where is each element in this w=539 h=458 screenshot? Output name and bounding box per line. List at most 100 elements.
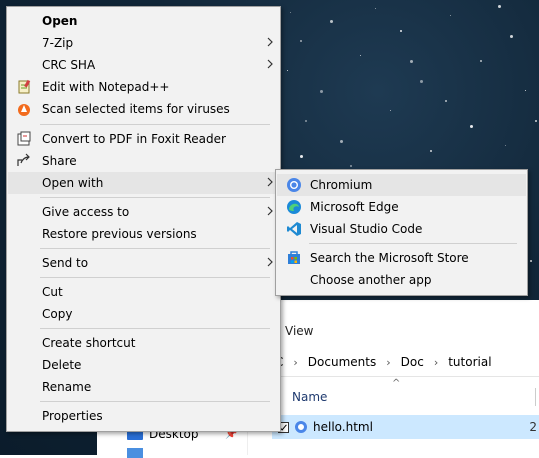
star [305,120,307,122]
menu-item-share[interactable]: Share [8,150,279,172]
star [320,90,323,93]
breadcrumb-item[interactable]: Doc [401,355,424,369]
menu-item-label: Open with [42,176,104,190]
menu-item-rename[interactable]: Rename [8,376,279,398]
chevron-right-icon [267,206,273,216]
menu-item-label: Copy [42,307,73,321]
star [360,55,361,56]
submenu-item-choose-app[interactable]: Choose another app [277,269,526,291]
avast-icon [18,104,30,116]
star [400,30,402,32]
column-divider [535,388,536,406]
menu-item-edit-notepadpp[interactable]: Edit with Notepad++ [8,76,279,98]
star [498,5,501,8]
menu-item-label: Visual Studio Code [310,222,423,236]
star [470,125,473,128]
chevron-right-icon [267,257,273,267]
vscode-icon [287,222,301,236]
menu-item-label: Give access to [42,205,130,219]
menu-item-open-with[interactable]: Open with [8,172,279,194]
chevron-right-icon [267,177,273,187]
star [535,120,537,122]
menu-item-cut[interactable]: Cut [8,281,279,303]
menu-divider [40,248,270,249]
chromium-icon [287,178,301,192]
column-header-name[interactable]: Name [292,390,327,404]
chevron-right-icon: › [386,355,391,369]
menu-item-label: Create shortcut [42,336,136,350]
file-row-selected[interactable]: hello.html 2 [272,415,539,439]
menu-item-scan-viruses[interactable]: Scan selected items for viruses [8,98,279,120]
chevron-right-icon [267,59,273,69]
menu-item-label: CRC SHA [42,58,96,72]
menu-item-give-access[interactable]: Give access to [8,201,279,223]
star [480,60,482,62]
menu-item-crc-sha[interactable]: CRC SHA [8,54,279,76]
menu-divider [40,124,270,125]
menu-item-label: Send to [42,256,89,270]
folder-icon [127,448,143,458]
menu-item-label: Scan selected items for viruses [42,102,230,116]
submenu-item-vscode[interactable]: Visual Studio Code [277,218,526,240]
menu-item-label: Open [42,14,78,28]
foxit-pdf-icon [17,131,31,146]
menu-item-label: Share [42,154,77,168]
star [510,35,513,38]
menu-item-restore-versions[interactable]: Restore previous versions [8,223,279,245]
menu-divider [40,401,270,402]
file-name: hello.html [313,420,373,434]
submenu-item-chromium[interactable]: Chromium [277,174,526,196]
menu-item-properties[interactable]: Properties [8,405,279,427]
star [420,80,423,83]
menu-item-label: Properties [42,409,103,423]
star [350,165,352,167]
file-date-fragment: 2 [529,420,537,434]
notepadpp-icon [18,79,31,94]
menu-item-label: Convert to PDF in Foxit Reader [42,132,226,146]
star [430,150,432,152]
share-icon [17,153,30,166]
star [505,145,506,146]
breadcrumb-item[interactable]: tutorial [448,355,491,369]
chevron-right-icon [267,37,273,47]
menu-item-label: Choose another app [310,273,432,287]
edge-icon [287,200,301,214]
menu-divider [309,243,517,244]
open-with-submenu: Chromium Microsoft Edge Visual Studio Co… [275,169,528,296]
submenu-item-edge[interactable]: Microsoft Edge [277,196,526,218]
breadcrumb[interactable]: C › Documents › Doc › tutorial [275,348,539,376]
menu-divider [40,197,270,198]
menu-divider [40,328,270,329]
divider [272,376,539,377]
chevron-right-icon: › [433,355,439,369]
breadcrumb-item[interactable]: Documents [308,355,376,369]
microsoft-store-icon [288,251,300,264]
star [445,100,447,102]
star [525,90,526,91]
menu-item-convert-pdf[interactable]: Convert to PDF in Foxit Reader [8,128,279,150]
tab-view[interactable]: View [285,324,313,338]
star [450,15,451,16]
menu-item-delete[interactable]: Delete [8,354,279,376]
menu-item-label: Edit with Notepad++ [42,80,170,94]
menu-item-create-shortcut[interactable]: Create shortcut [8,332,279,354]
menu-item-label: Delete [42,358,82,372]
star [340,140,343,143]
star [287,70,288,71]
chromium-file-icon [295,421,307,433]
context-menu: Open 7-Zip CRC SHA Edit with Notepad++ S… [6,6,281,432]
menu-item-copy[interactable]: Copy [8,303,279,325]
menu-item-7zip[interactable]: 7-Zip [8,32,279,54]
menu-item-label: Rename [42,380,92,394]
sort-ascending-icon: ^ [392,378,401,389]
star [330,20,333,23]
star [290,12,291,13]
menu-item-label: Search the Microsoft Store [310,251,469,265]
star [375,8,376,9]
menu-item-send-to[interactable]: Send to [8,252,279,274]
menu-item-open[interactable]: Open [8,10,279,32]
menu-item-label: 7-Zip [42,36,74,50]
submenu-item-search-store[interactable]: Search the Microsoft Store [277,247,526,269]
menu-item-label: Chromium [310,178,373,192]
chevron-right-icon: › [293,355,298,369]
